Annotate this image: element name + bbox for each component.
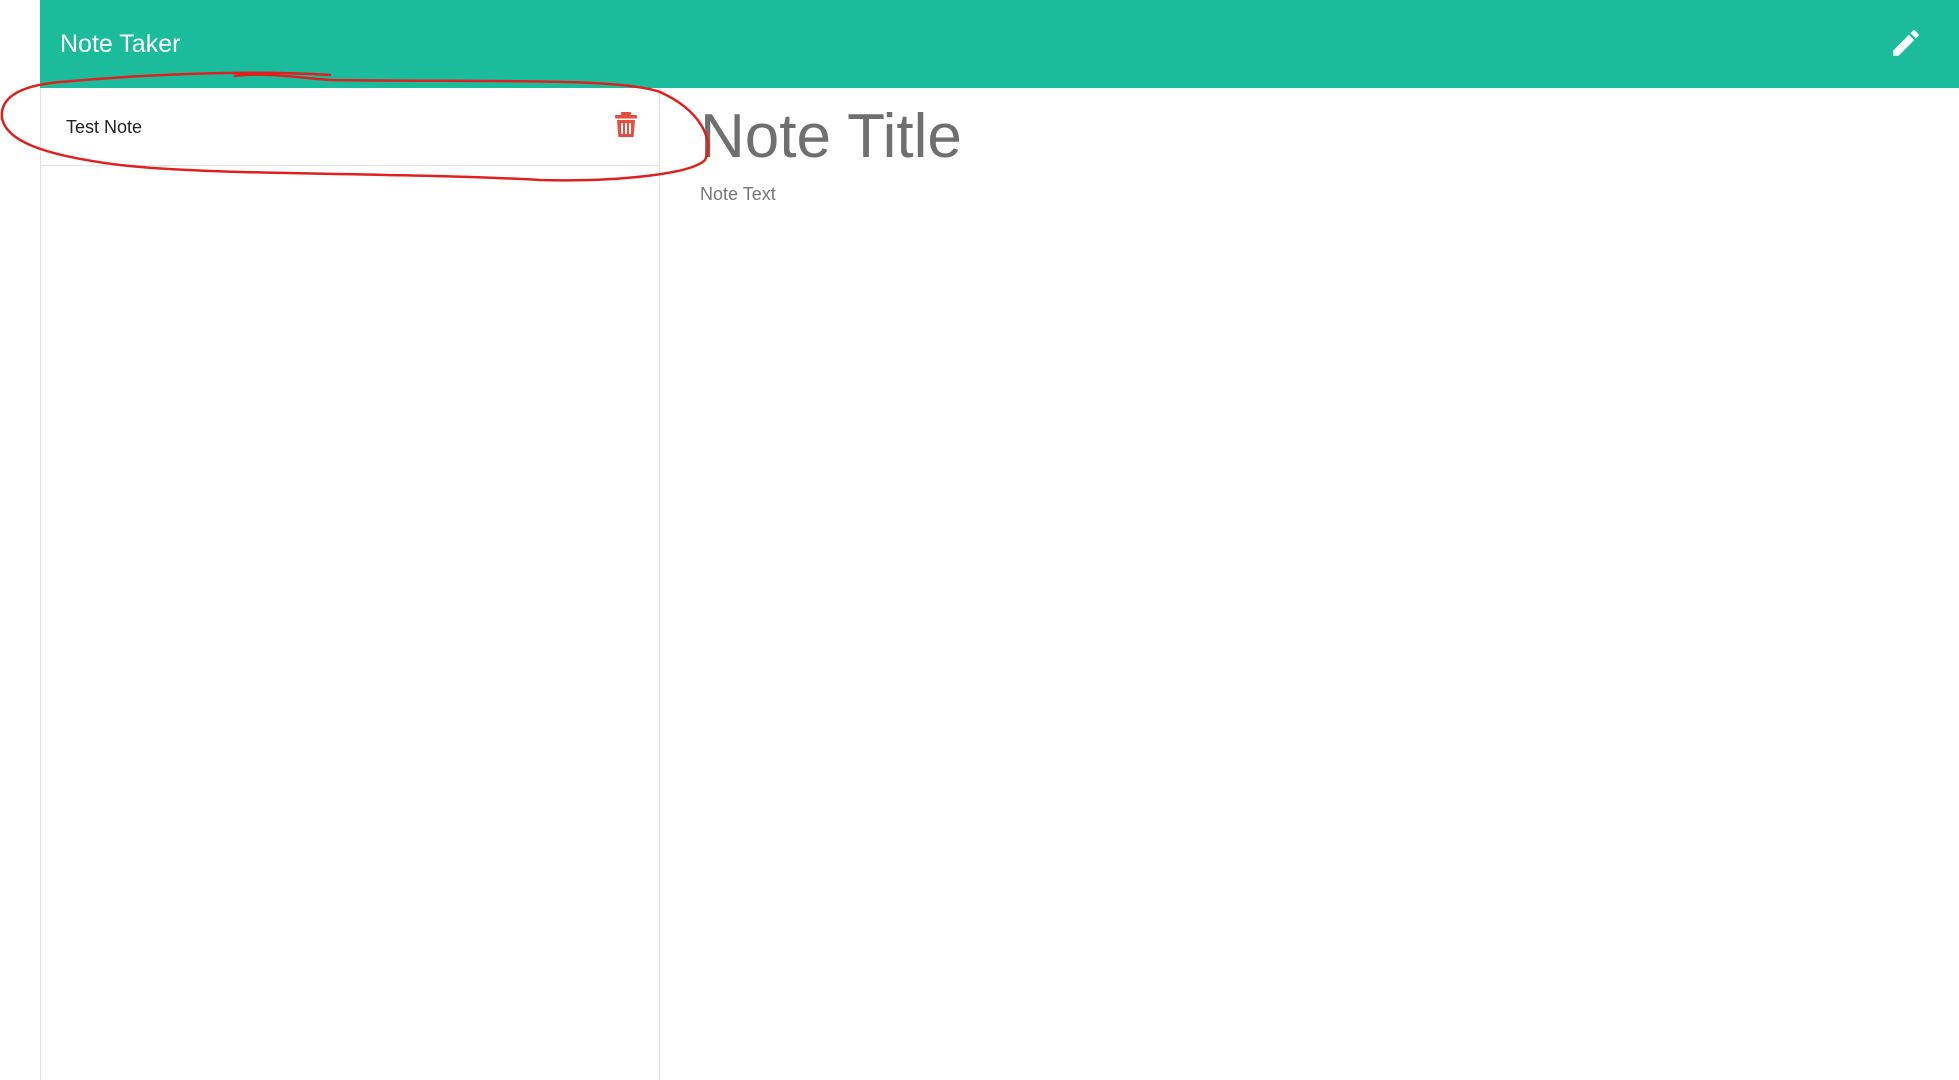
trash-icon[interactable] [615,112,637,138]
app-title[interactable]: Note Taker [60,0,180,88]
note-item-title: Test Note [66,117,143,137]
note-list-sidebar: Test Note [40,88,660,1080]
note-title-input[interactable] [700,98,1900,174]
note-text-input[interactable] [700,184,1900,1044]
pencil-icon-graphic [1893,30,1919,56]
pencil-icon[interactable] [1889,26,1923,60]
note-editor [660,88,1959,1080]
note-taker-page: Note Taker Test Note [0,0,1959,1080]
trash-icon-graphic [615,112,637,137]
navbar: Note Taker [40,0,1959,88]
list-item[interactable]: Test Note [41,88,659,166]
note-list: Test Note [41,88,659,166]
